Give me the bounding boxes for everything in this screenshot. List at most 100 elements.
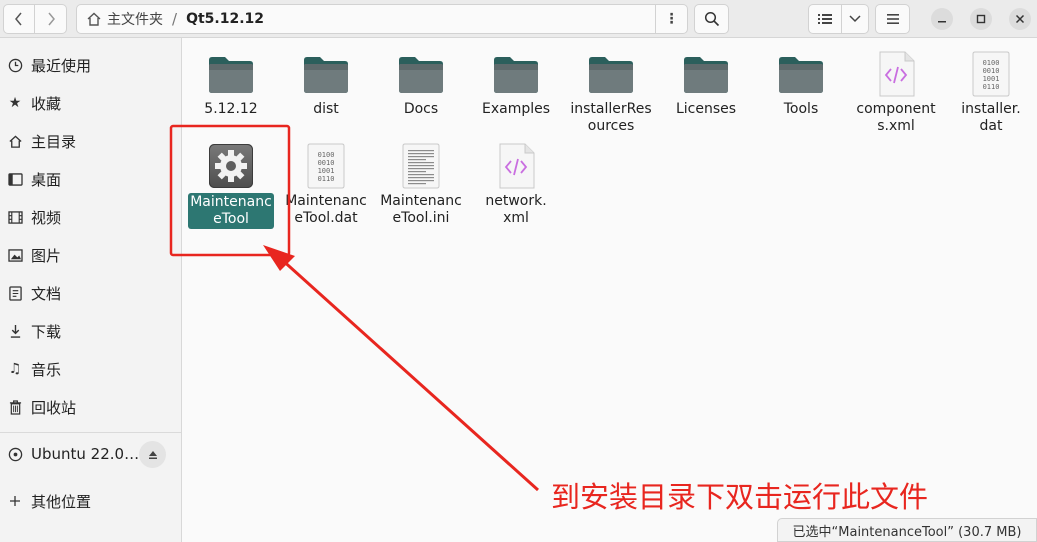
main-menu-button[interactable] bbox=[875, 4, 910, 34]
close-button[interactable] bbox=[1009, 8, 1031, 30]
file-item[interactable]: Licenses bbox=[660, 50, 752, 118]
file-item[interactable]: Docs bbox=[375, 50, 467, 118]
music-icon: ♫ bbox=[8, 361, 22, 377]
file-name: Examples bbox=[473, 101, 559, 118]
svg-text:0110: 0110 bbox=[318, 175, 335, 183]
file-name-line: Tools bbox=[783, 101, 819, 117]
minimize-button[interactable] bbox=[931, 8, 953, 30]
sidebar-item-label: Ubuntu 22.0… bbox=[31, 445, 140, 463]
chevron-left-icon bbox=[15, 12, 22, 26]
file-name-line: eTool.dat bbox=[294, 210, 358, 226]
folder-icon bbox=[302, 50, 350, 98]
file-name: dist bbox=[283, 101, 369, 118]
disk-icon bbox=[7, 446, 23, 462]
file-name-line: ources bbox=[587, 118, 635, 134]
folder-icon bbox=[587, 50, 635, 98]
file-item[interactable]: component s.xml bbox=[850, 50, 942, 135]
file-item[interactable]: Examples bbox=[470, 50, 562, 118]
path-menu-button[interactable]: ⋮ bbox=[655, 5, 687, 33]
chevron-right-icon bbox=[47, 12, 55, 26]
file-item[interactable]: 0100 0010 1001 0110 Maintenanc eTool.dat bbox=[280, 142, 372, 227]
sidebar-item-downloads[interactable]: 下载 bbox=[0, 313, 181, 349]
sidebar-item-label: 下载 bbox=[31, 322, 62, 341]
folder-icon bbox=[682, 50, 730, 98]
svg-text:0010: 0010 bbox=[983, 67, 1000, 75]
maximize-button[interactable] bbox=[970, 8, 992, 30]
sidebar-item-label: 其他位置 bbox=[31, 492, 92, 511]
maximize-icon bbox=[976, 14, 986, 24]
file-name-line: eTool.ini bbox=[392, 210, 450, 226]
plus-icon bbox=[7, 493, 23, 509]
list-view-button[interactable] bbox=[808, 4, 842, 34]
file-name: 5.12.12 bbox=[188, 101, 274, 118]
sidebar-item-other-locations[interactable]: 其他位置 bbox=[0, 483, 181, 519]
folder-icon bbox=[492, 50, 540, 98]
file-name-line: s.xml bbox=[877, 118, 915, 134]
hamburger-icon bbox=[886, 14, 899, 24]
breadcrumb-home[interactable]: 主文件夹 bbox=[107, 9, 163, 29]
sidebar-item-label: 收藏 bbox=[31, 94, 62, 113]
star-icon: ★ bbox=[8, 95, 22, 111]
breadcrumb-separator: / bbox=[172, 10, 178, 28]
sidebar-item-pictures[interactable]: 图片 bbox=[0, 237, 181, 273]
download-icon bbox=[7, 323, 23, 339]
binary-file-icon: 0100 0010 1001 0110 bbox=[967, 50, 1015, 98]
sidebar-item-desktop[interactable]: 桌面 bbox=[0, 161, 181, 197]
home-icon[interactable] bbox=[85, 10, 103, 28]
sidebar-item-label: 桌面 bbox=[31, 170, 62, 189]
xml-file-icon bbox=[872, 50, 920, 98]
file-name-line: xml bbox=[503, 210, 529, 226]
sidebar-item-label: 主目录 bbox=[31, 132, 77, 151]
view-options-button[interactable] bbox=[842, 4, 869, 34]
back-button[interactable] bbox=[3, 4, 35, 34]
file-item[interactable]: dist bbox=[280, 50, 372, 118]
sidebar-item-home[interactable]: 主目录 bbox=[0, 123, 181, 159]
eject-button[interactable] bbox=[139, 441, 166, 468]
file-item[interactable]: Maintenanc eTool bbox=[185, 142, 277, 229]
sidebar-item-label: 文档 bbox=[31, 284, 62, 303]
file-item[interactable]: installerRes ources bbox=[565, 50, 657, 135]
sidebar-item-label: 音乐 bbox=[31, 360, 62, 379]
file-item[interactable]: 5.12.12 bbox=[185, 50, 277, 118]
file-name: Tools bbox=[758, 101, 844, 118]
svg-text:0110: 0110 bbox=[983, 83, 1000, 91]
forward-button[interactable] bbox=[35, 4, 67, 34]
file-name-line: eTool bbox=[213, 211, 249, 227]
svg-text:0100: 0100 bbox=[983, 59, 1000, 67]
search-icon bbox=[704, 11, 719, 27]
sidebar-item-recent[interactable]: 最近使用 bbox=[0, 47, 181, 83]
search-button[interactable] bbox=[694, 4, 729, 34]
file-item[interactable]: network. xml bbox=[470, 142, 562, 227]
file-item[interactable]: 0100 0010 1001 0110 installer. dat bbox=[945, 50, 1037, 135]
text-file-icon bbox=[397, 142, 445, 190]
file-name-line: dat bbox=[979, 118, 1003, 134]
file-name-line: 5.12.12 bbox=[204, 101, 258, 117]
svg-text:1001: 1001 bbox=[983, 75, 1000, 83]
file-name-line: installer. bbox=[961, 101, 1021, 117]
sidebar-item-starred[interactable]: ★ 收藏 bbox=[0, 85, 181, 121]
video-icon bbox=[7, 209, 23, 225]
path-bar: 主文件夹 / Qt5.12.12 ⋮ bbox=[76, 4, 688, 34]
sidebar-item-music[interactable]: ♫ 音乐 bbox=[0, 351, 181, 387]
close-icon bbox=[1015, 14, 1025, 24]
file-name: Licenses bbox=[663, 101, 749, 118]
sidebar-item-trash[interactable]: 回收站 bbox=[0, 389, 181, 425]
home-icon bbox=[7, 133, 23, 149]
status-bar: 已选中“MaintenanceTool” (30.7 MB) bbox=[777, 518, 1037, 542]
header-bar: 主文件夹 / Qt5.12.12 ⋮ bbox=[0, 0, 1037, 38]
file-item[interactable]: Maintenanc eTool.ini bbox=[375, 142, 467, 227]
annotation-text: 到安装目录下双击运行此文件 bbox=[551, 480, 929, 514]
svg-text:0100: 0100 bbox=[318, 151, 335, 159]
breadcrumb-current[interactable]: Qt5.12.12 bbox=[186, 11, 264, 27]
xml-file-icon bbox=[492, 142, 540, 190]
file-grid: 5.12.12 dist Docs Examples installerRes ource… bbox=[182, 38, 1037, 542]
file-name-line: installerRes bbox=[570, 101, 652, 117]
file-name: network. xml bbox=[473, 193, 559, 227]
sidebar-item-documents[interactable]: 文档 bbox=[0, 275, 181, 311]
file-name: installer. dat bbox=[948, 101, 1034, 135]
file-item[interactable]: Tools bbox=[755, 50, 847, 118]
document-icon bbox=[7, 285, 23, 301]
sidebar-item-videos[interactable]: 视频 bbox=[0, 199, 181, 235]
file-name: Maintenanc eTool.dat bbox=[283, 193, 369, 227]
svg-text:1001: 1001 bbox=[318, 167, 335, 175]
